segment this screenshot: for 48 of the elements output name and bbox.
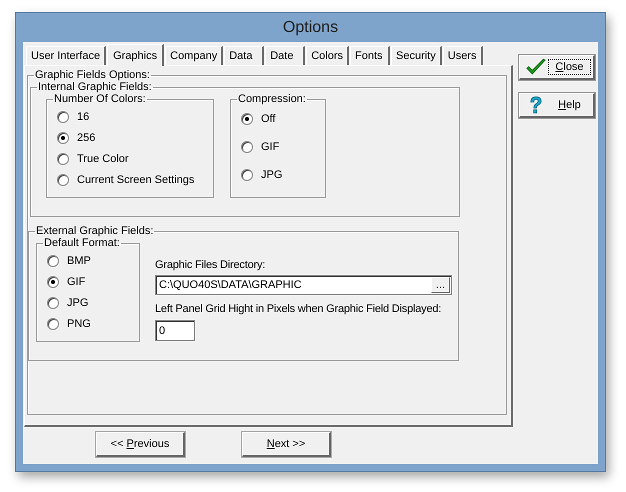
group-title: Number Of Colors:	[53, 93, 147, 105]
radio-button[interactable]	[241, 169, 253, 181]
tab[interactable]: Data	[224, 46, 264, 65]
tab[interactable]: Date	[265, 46, 306, 65]
radio-button[interactable]	[47, 318, 59, 330]
tab[interactable]: Fonts	[350, 46, 390, 65]
group-title: Graphic Fields Options:	[34, 69, 151, 81]
browse-button[interactable]: ...	[431, 277, 450, 293]
nav-button[interactable]: Next >>	[242, 432, 331, 457]
radio-label[interactable]: Current Screen Settings	[77, 174, 194, 186]
radio-button[interactable]	[57, 174, 69, 186]
radio-label[interactable]: GIF	[67, 276, 86, 288]
radio-label[interactable]: PNG	[67, 318, 91, 330]
tab[interactable]: Colors	[306, 46, 349, 65]
nav-button[interactable]: << Previous	[96, 432, 185, 457]
tab[interactable]: Company	[165, 46, 224, 65]
radio-label[interactable]: BMP	[67, 255, 91, 267]
radio-label[interactable]: GIF	[261, 141, 280, 153]
field-label: Left Panel Grid Hight in Pixels when Graphic Field Displayed:	[155, 303, 442, 317]
radio-label[interactable]: Off	[261, 113, 276, 125]
radio-label[interactable]: JPG	[67, 297, 88, 309]
radio-label[interactable]: True Color	[77, 153, 129, 165]
radio-button[interactable]	[241, 113, 253, 125]
window-title: Options	[282, 18, 338, 36]
radio-button[interactable]	[57, 111, 69, 123]
radio-button[interactable]	[241, 141, 253, 153]
input-field[interactable]: 0	[155, 320, 195, 341]
tab[interactable]: Graphics	[107, 44, 164, 66]
radio-label[interactable]: JPG	[261, 169, 282, 181]
group-title: External Graphic Fields:	[35, 225, 154, 237]
group-title: Internal Graphic Fields:	[37, 81, 153, 93]
tab[interactable]: User Interface	[26, 46, 106, 65]
tab[interactable]: Users	[442, 46, 483, 65]
field-label: Graphic Files Directory:	[155, 259, 266, 273]
radio-button[interactable]	[47, 297, 59, 309]
check-icon	[525, 58, 547, 76]
help-button[interactable]: Help	[519, 93, 595, 118]
radio-button[interactable]	[57, 132, 69, 144]
radio-label[interactable]: 16	[77, 111, 90, 123]
radio-label[interactable]: 256	[77, 132, 96, 144]
radio-button[interactable]	[57, 153, 69, 165]
radio-button[interactable]	[47, 276, 59, 288]
directory-field[interactable]: C:\QUO40S\DATA\GRAPHIC ...	[155, 275, 452, 295]
radio-button[interactable]	[47, 255, 59, 267]
close-button[interactable]: Close	[519, 55, 595, 80]
group-title: Default Format:	[43, 237, 121, 249]
group-title: Compression:	[237, 93, 307, 105]
tab[interactable]: Security	[391, 46, 442, 65]
